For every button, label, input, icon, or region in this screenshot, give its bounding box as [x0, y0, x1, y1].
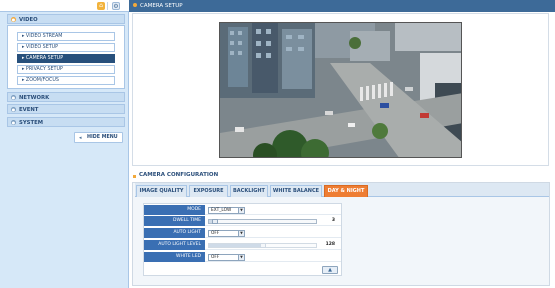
sidebar-item-label: ▸ VIDEO STREAM — [22, 34, 63, 39]
tab-day-night[interactable]: DAY & NIGHT — [324, 185, 368, 197]
slider-thumb[interactable] — [212, 219, 219, 224]
field-label-cell: AUTO LIGHT LEVEL — [144, 240, 205, 250]
chevron-down-icon: ▼ — [238, 208, 244, 213]
tab-exposure[interactable]: EXPOSURE — [189, 185, 228, 197]
field-label-cell: AUTO LIGHT — [144, 228, 205, 238]
slider-fill — [209, 244, 263, 247]
camera-configuration-heading: CAMERA CONFIGURATION — [139, 172, 219, 178]
dwell-time-row: DWELL TIME 3 — [144, 216, 341, 226]
white-led-select[interactable]: OFF ▼ — [208, 254, 245, 261]
sidebar-section-system[interactable]: ● SYSTEM — [7, 117, 125, 127]
live-video-feed[interactable] — [219, 22, 462, 158]
sidebar-section-label: VIDEO — [19, 17, 38, 23]
home-icon[interactable]: ⌂ — [97, 2, 105, 10]
sidebar-item-privacy-setup[interactable]: ▸ PRIVACY SETUP — [17, 65, 115, 74]
dwell-time-label: DWELL TIME — [172, 218, 201, 223]
mode-select[interactable]: EXT_LOW ▼ — [208, 207, 245, 214]
auto-light-level-row: AUTO LIGHT LEVEL 128 — [144, 240, 341, 250]
tab-label: DAY & NIGHT — [327, 188, 365, 194]
sidebar-item-video-stream[interactable]: ▸ VIDEO STREAM — [17, 32, 115, 41]
sidebar-item-label: ▸ ZOOM/FOCUS — [22, 78, 59, 83]
sidebar-item-label: ▸ VIDEO SETUP — [22, 45, 59, 50]
video-section-icon: ● — [11, 17, 16, 22]
tab-label: WHITE BALANCE — [272, 188, 320, 194]
sidebar-item-video-setup[interactable]: ▸ VIDEO SETUP — [17, 43, 115, 52]
white-led-value: OFF — [211, 255, 220, 260]
gear-icon[interactable]: ⚙ — [112, 2, 120, 10]
field-control-cell: OFF ▼ — [205, 228, 341, 238]
tab-label: EXPOSURE — [193, 188, 224, 194]
mode-label: MODE — [187, 207, 201, 212]
white-led-label: WHITE LED — [176, 254, 201, 259]
auto-light-level-label: AUTO LIGHT LEVEL — [158, 242, 201, 247]
page-title: CAMERA SETUP — [140, 3, 183, 9]
mode-value: EXT_LOW — [211, 208, 232, 213]
auto-light-level-slider[interactable] — [208, 243, 317, 248]
system-section-icon: ● — [11, 120, 16, 125]
slider-thumb[interactable] — [259, 243, 266, 248]
collapse-icon: ◂ — [79, 135, 82, 141]
tab-backlight[interactable]: BACKLIGHT — [230, 185, 268, 197]
sidebar-item-camera-setup[interactable]: ▸ CAMERA SETUP — [17, 54, 115, 63]
sidebar-section-event[interactable]: ● EVENT — [7, 104, 125, 114]
tab-label: IMAGE QUALITY — [139, 188, 184, 194]
header-bullet-icon — [133, 3, 137, 7]
tab-image-quality[interactable]: IMAGE QUALITY — [136, 185, 187, 197]
event-section-icon: ● — [11, 107, 16, 112]
sidebar-section-label: EVENT — [19, 107, 39, 113]
sidebar-item-zoom-focus[interactable]: ▸ ZOOM/FOCUS — [17, 76, 115, 85]
dwell-time-value: 3 — [331, 218, 335, 223]
dwell-time-slider[interactable] — [208, 219, 317, 224]
network-section-icon: ● — [11, 95, 16, 100]
auto-light-select[interactable]: OFF ▼ — [208, 230, 245, 237]
auto-light-label: AUTO LIGHT — [173, 230, 201, 235]
auto-light-value: OFF — [211, 231, 220, 236]
sidebar-item-label: ▸ CAMERA SETUP — [22, 56, 64, 61]
field-control-cell: 128 — [205, 240, 341, 250]
apply-button[interactable]: ▲ — [322, 266, 338, 274]
field-control-cell: 3 — [205, 216, 341, 226]
sidebar-section-video[interactable]: ● VIDEO — [7, 14, 125, 24]
config-bullet-icon — [133, 175, 136, 178]
sidebar-section-label: NETWORK — [19, 95, 50, 101]
tab-label: BACKLIGHT — [233, 188, 265, 194]
white-led-row: WHITE LED OFF ▼ — [144, 252, 341, 262]
field-label-cell: MODE — [144, 205, 205, 215]
sidebar-toolbar: ⌂ ⚙ — [0, 0, 129, 12]
sidebar-item-label: ▸ PRIVACY SETUP — [22, 67, 63, 72]
field-label-cell: WHITE LED — [144, 252, 205, 262]
field-control-cell: OFF ▼ — [205, 252, 341, 262]
tab-white-balance[interactable]: WHITE BALANCE — [270, 185, 322, 197]
chevron-down-icon: ▼ — [238, 255, 244, 260]
apply-icon: ▲ — [328, 267, 332, 273]
hide-menu-label: HIDE MENU — [87, 135, 118, 140]
auto-light-level-value: 128 — [325, 242, 335, 247]
camera-street-view-image — [220, 23, 461, 157]
field-control-cell: EXT_LOW ▼ — [205, 205, 341, 215]
sidebar-section-network[interactable]: ● NETWORK — [7, 92, 125, 102]
field-label-cell: DWELL TIME — [144, 216, 205, 226]
mode-row: MODE EXT_LOW ▼ — [144, 205, 341, 215]
auto-light-row: AUTO LIGHT OFF ▼ — [144, 228, 341, 238]
page-header: CAMERA SETUP — [129, 0, 555, 12]
chevron-down-icon: ▼ — [238, 231, 244, 236]
toolbar-divider — [107, 2, 108, 10]
hide-menu-button[interactable]: ◂ HIDE MENU — [74, 132, 123, 143]
sidebar-section-label: SYSTEM — [19, 120, 43, 126]
